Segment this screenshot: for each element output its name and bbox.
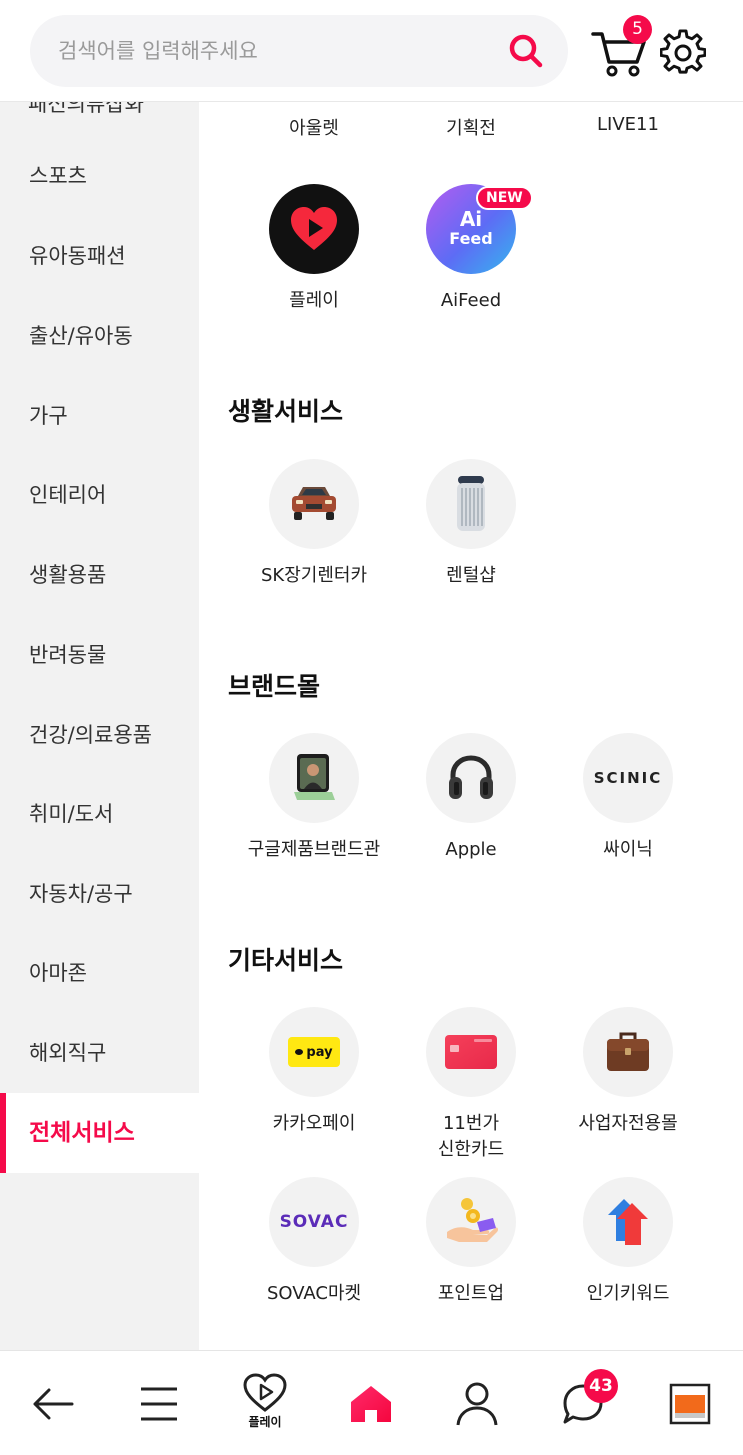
service-label: SOVAC마켓 bbox=[266, 1283, 362, 1304]
service-label: 싸이닉 bbox=[603, 839, 653, 860]
sovac-logo: SOVAC bbox=[269, 1177, 359, 1267]
kakaopay-logo-text: pay bbox=[306, 1044, 333, 1060]
service-label: 렌털샵 bbox=[446, 565, 496, 586]
scinic-logo: SCINIC bbox=[583, 733, 673, 823]
service-apple[interactable]: Apple bbox=[392, 733, 550, 863]
sovac-logo-text: SOVAC bbox=[279, 1212, 349, 1232]
credit-card-icon bbox=[426, 1007, 516, 1097]
headphones-icon bbox=[426, 733, 516, 823]
my-page-button[interactable] bbox=[424, 1351, 530, 1455]
sidebar-item-furniture[interactable]: 가구 bbox=[0, 376, 199, 456]
section-title-others: 기타서비스 bbox=[228, 946, 344, 975]
top-bar: 5 bbox=[0, 0, 743, 102]
gear-icon[interactable] bbox=[660, 29, 706, 75]
ai-feed-icon-text: Feed bbox=[449, 229, 493, 248]
category-sidebar: 패션의류잡화 스포츠 유아동패션 출산/유아동 가구 인테리어 생활용품 반려동… bbox=[0, 102, 199, 1350]
service-scinic[interactable]: SCINIC 싸이닉 bbox=[549, 733, 707, 863]
play-tab-label: 플레이 bbox=[248, 1415, 282, 1429]
service-label: 사업자전용몰 bbox=[578, 1113, 678, 1134]
arrow-left-icon bbox=[33, 1388, 74, 1419]
hamburger-menu-icon bbox=[141, 1387, 177, 1420]
sidebar-item-hobby[interactable]: 취미/도서 bbox=[0, 774, 199, 854]
cart-count-badge: 5 bbox=[623, 15, 652, 44]
sidebar-item-living[interactable]: 생활용품 bbox=[0, 535, 199, 615]
kakaopay-icon: pay bbox=[269, 1007, 359, 1097]
search-input[interactable] bbox=[58, 33, 498, 69]
sidebar-item-kids-fashion[interactable]: 유아동패션 bbox=[0, 216, 199, 296]
new-badge: NEW bbox=[476, 186, 533, 210]
service-popular-keywords[interactable]: 인기키워드 bbox=[549, 1177, 707, 1307]
bottom-navigation: 플레이 bbox=[0, 1350, 743, 1455]
play-heart-icon bbox=[269, 184, 359, 274]
service-label: 카카오페이 bbox=[272, 1113, 356, 1134]
service-label: 플레이 bbox=[289, 290, 339, 311]
scinic-logo-text: SCINIC bbox=[593, 769, 663, 787]
sidebar-item-overseas[interactable]: 해외직구 bbox=[0, 1013, 199, 1093]
service-shinhan-card[interactable]: 11번가 신한카드 bbox=[392, 1007, 550, 1163]
sidebar-item-auto[interactable]: 자동차/공구 bbox=[0, 854, 199, 934]
ai-feed-icon-text: Ai bbox=[459, 207, 483, 231]
sidebar-item-baby[interactable]: 출산/유아동 bbox=[0, 296, 199, 376]
service-sk-rentcar[interactable]: SK장기렌터카 bbox=[235, 459, 393, 589]
menu-button[interactable] bbox=[106, 1351, 212, 1455]
service-rental-shop[interactable]: 렌털샵 bbox=[392, 459, 550, 589]
section-title-living: 생활서비스 bbox=[228, 397, 344, 426]
service-label: 11번가 신한카드 bbox=[437, 1113, 505, 1160]
recent-view-button[interactable] bbox=[637, 1351, 743, 1455]
service-label: AiFeed bbox=[440, 290, 502, 311]
up-arrow-icon bbox=[583, 1177, 673, 1267]
service-kakaopay[interactable]: pay 카카오페이 bbox=[235, 1007, 393, 1137]
service-point-up[interactable]: 포인트업 bbox=[392, 1177, 550, 1307]
service-label: SK장기렌터카 bbox=[260, 565, 368, 586]
services-panel: 아울렛 기획전 LIVE11 플레이 Ai Feed NEW AiFeed 생활… bbox=[199, 102, 743, 1350]
section-title-brand: 브랜드몰 bbox=[228, 672, 321, 701]
service-outlet-label[interactable]: 아울렛 bbox=[235, 114, 393, 140]
search-bar[interactable] bbox=[30, 15, 568, 87]
sidebar-item-partial[interactable]: 패션의류잡화 bbox=[28, 102, 144, 118]
service-exhibition-label[interactable]: 기획전 bbox=[392, 114, 550, 140]
sidebar-item-health[interactable]: 건강/의료용품 bbox=[0, 695, 199, 775]
search-icon[interactable] bbox=[506, 31, 546, 71]
briefcase-icon bbox=[583, 1007, 673, 1097]
service-aifeed[interactable]: Ai Feed NEW AiFeed bbox=[392, 184, 550, 314]
recent-product-thumbnail-icon bbox=[669, 1383, 711, 1424]
home-button[interactable] bbox=[318, 1351, 424, 1455]
service-label: 구글제품브랜드관 bbox=[247, 839, 381, 860]
play-tab-button[interactable]: 플레이 bbox=[212, 1351, 318, 1455]
foldable-phone-icon bbox=[269, 733, 359, 823]
home-icon bbox=[351, 1385, 391, 1422]
user-icon bbox=[456, 1382, 498, 1425]
sidebar-item-interior[interactable]: 인테리어 bbox=[0, 455, 199, 535]
sidebar-item-pets[interactable]: 반려동물 bbox=[0, 615, 199, 695]
coin-hand-icon bbox=[426, 1177, 516, 1267]
car-icon bbox=[269, 459, 359, 549]
chat-button[interactable] bbox=[530, 1351, 636, 1455]
service-play[interactable]: 플레이 bbox=[235, 184, 393, 314]
sidebar-item-sports[interactable]: 스포츠 bbox=[0, 136, 199, 216]
back-button[interactable] bbox=[0, 1351, 106, 1455]
service-label: 인기키워드 bbox=[586, 1283, 670, 1304]
sidebar-item-all-services[interactable]: 전체서비스 bbox=[0, 1093, 199, 1173]
play-heart-outline-icon bbox=[243, 1372, 287, 1412]
chat-count-badge: 43 bbox=[584, 1369, 618, 1403]
sidebar-item-amazon[interactable]: 아마존 bbox=[0, 933, 199, 1013]
service-label: Apple bbox=[445, 839, 497, 860]
air-purifier-icon bbox=[426, 459, 516, 549]
service-google-brand[interactable]: 구글제품브랜드관 bbox=[235, 733, 393, 863]
service-business-mall[interactable]: 사업자전용몰 bbox=[549, 1007, 707, 1137]
service-live11-label[interactable]: LIVE11 bbox=[549, 114, 707, 135]
service-sovac[interactable]: SOVAC SOVAC마켓 bbox=[235, 1177, 393, 1307]
service-label: 포인트업 bbox=[437, 1283, 505, 1304]
